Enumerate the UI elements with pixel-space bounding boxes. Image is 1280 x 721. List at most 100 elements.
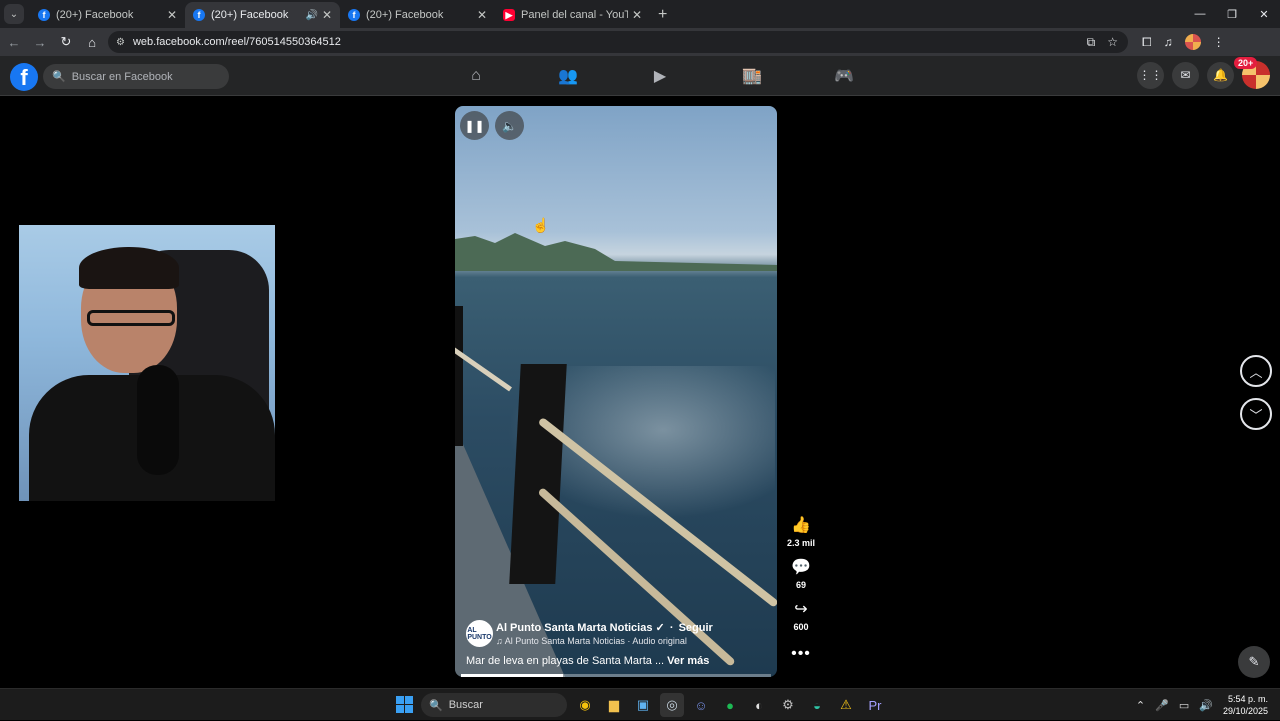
home-icon[interactable]: ⌂ (80, 30, 104, 54)
page-avatar[interactable]: AL PUNTO (466, 620, 493, 647)
minimize-icon[interactable]: — (1184, 0, 1216, 28)
railing-post (455, 306, 463, 446)
marketplace-nav-icon[interactable]: 🏬 (706, 56, 798, 96)
new-tab-button[interactable]: + (658, 6, 667, 24)
more-options-icon[interactable]: ••• (791, 645, 811, 663)
notifications-badge: 20+ (1234, 57, 1258, 69)
like-icon[interactable]: 👍 (791, 515, 811, 535)
tab-label: Panel del canal - YouTube Studio (521, 9, 628, 21)
more-action[interactable]: ••• (791, 641, 811, 663)
next-reel-button[interactable]: ﹀ (1240, 398, 1272, 430)
chrome-icon[interactable]: ◉ (573, 693, 597, 717)
tab-facebook-1[interactable]: f (20+) Facebook ✕ (30, 2, 185, 28)
system-tray: ⌃ 🎤 ▭ 🔊 5:54 p. m. 29/10/2025 (1136, 689, 1268, 721)
comment-icon[interactable]: 💬 (791, 557, 811, 577)
close-icon[interactable]: ✕ (477, 8, 487, 22)
store-icon[interactable]: ▣ (631, 693, 655, 717)
caption-text: Mar de leva en playas de Santa Marta ... (466, 655, 665, 667)
author-name[interactable]: Al Punto Santa Marta Noticias (496, 622, 652, 634)
close-icon[interactable]: ✕ (322, 8, 332, 22)
site-info-icon[interactable]: ⚙ (116, 37, 125, 48)
install-app-icon[interactable]: ⧉ (1087, 35, 1096, 50)
see-more-link[interactable]: Ver más (667, 655, 709, 667)
account-avatar[interactable]: 20+ (1234, 57, 1270, 89)
pause-icon[interactable]: ❚❚ (460, 111, 489, 140)
profile-icon[interactable] (1184, 34, 1201, 50)
obs-icon[interactable]: ◐ (747, 693, 771, 717)
close-icon[interactable]: ✕ (632, 8, 642, 22)
taskbar-apps: ◉ ▆ ▣ ◎ ☺ ● ◐ ⚙ ◒ ⚠ Pr (573, 693, 887, 717)
youtube-icon: ▶ (503, 9, 515, 21)
windows-start-icon[interactable] (396, 696, 413, 713)
menu-grid-icon[interactable]: ⋮⋮ (1137, 61, 1164, 89)
media-control-icon[interactable]: ♫ (1164, 35, 1173, 49)
tab-search-button[interactable]: ⌄ (4, 4, 24, 24)
browser-tab-bar: ⌄ f (20+) Facebook ✕ f (20+) Facebook 🔊 … (0, 0, 1280, 28)
back-icon[interactable]: ← (2, 30, 26, 54)
close-window-icon[interactable]: ✕ (1248, 0, 1280, 28)
follow-button[interactable]: Seguir (679, 622, 713, 634)
gaming-nav-icon[interactable]: 🎮 (798, 56, 890, 96)
home-nav-icon[interactable]: ⌂ (430, 56, 522, 96)
volume-tray-icon[interactable]: 🔊 (1199, 699, 1213, 712)
warning-icon[interactable]: ⚠ (834, 693, 858, 717)
share-icon[interactable]: ↪ (791, 599, 811, 619)
like-count: 2.3 mil (786, 538, 815, 548)
tab-label: (20+) Facebook (366, 9, 444, 21)
network-icon[interactable]: ▭ (1179, 699, 1189, 712)
window-controls: — ❐ ✕ (1184, 0, 1280, 28)
audio-label[interactable]: Al Punto Santa Marta Noticias · Audio or… (505, 636, 687, 646)
spotify-icon[interactable]: ● (718, 693, 742, 717)
reel-actions: 👍 2.3 mil 💬 69 ↪ 600 ••• (785, 515, 817, 672)
friends-nav-icon[interactable]: 👥 (522, 56, 614, 96)
reel-info: AL PUNTO Al Punto Santa Marta Noticias ✓… (466, 620, 766, 667)
comment-action[interactable]: 💬 69 (791, 557, 811, 590)
chevron-up-icon[interactable]: ⌃ (1136, 699, 1145, 712)
facebook-logo[interactable]: f (10, 63, 38, 91)
tab-facebook-2[interactable]: f (20+) Facebook 🔊 ✕ (185, 2, 340, 28)
previous-reel-button[interactable]: ︿ (1240, 355, 1272, 387)
search-icon: 🔍 (52, 71, 66, 83)
restore-icon[interactable]: ❐ (1216, 0, 1248, 28)
messenger-icon[interactable]: ✉ (1172, 61, 1199, 89)
bookmark-star-icon[interactable]: ☆ (1107, 35, 1118, 50)
comment-count: 69 (795, 580, 806, 590)
volume-icon[interactable]: 🔈 (495, 111, 524, 140)
tab-youtube-studio[interactable]: ▶ Panel del canal - YouTube Studio ✕ (495, 2, 650, 28)
logo-letter: f (20, 65, 28, 90)
share-action[interactable]: ↪ 600 (791, 599, 811, 632)
taskbar-search-placeholder: Buscar (448, 699, 483, 711)
taskbar-search-input[interactable]: 🔍 Buscar (421, 693, 567, 717)
steam-icon[interactable]: ◎ (660, 693, 684, 717)
share-count: 600 (793, 622, 809, 632)
verified-icon: ✓ (655, 622, 665, 634)
clock[interactable]: 5:54 p. m. 29/10/2025 (1223, 693, 1268, 717)
facebook-search-input[interactable]: 🔍 Buscar en Facebook (43, 64, 229, 89)
extensions-icon[interactable]: ⧠ (1142, 35, 1152, 50)
facebook-icon: f (38, 9, 50, 21)
edge-icon[interactable]: ◒ (805, 693, 829, 717)
like-action[interactable]: 👍 2.3 mil (787, 515, 815, 548)
separator-dot: · (669, 622, 674, 634)
microphone-icon[interactable]: 🎤 (1155, 699, 1169, 712)
facebook-icon: f (193, 9, 205, 21)
speaker-icon[interactable]: 🔊 (305, 10, 317, 21)
compose-message-icon[interactable]: ✎ (1238, 646, 1270, 678)
video-nav-icon[interactable]: ▶ (614, 56, 706, 96)
notifications-bell-icon[interactable]: 🔔 (1207, 61, 1234, 89)
close-icon[interactable]: ✕ (167, 8, 177, 22)
tab-facebook-3[interactable]: f (20+) Facebook ✕ (340, 2, 495, 28)
reload-icon[interactable]: ↻ (54, 30, 78, 54)
tab-label: (20+) Facebook (211, 9, 289, 21)
address-bar[interactable]: ⚙ web.facebook.com/reel/760514550364512 … (108, 31, 1128, 53)
premiere-icon[interactable]: Pr (863, 693, 887, 717)
microphone (137, 365, 179, 475)
file-explorer-icon[interactable]: ▆ (602, 693, 626, 717)
discord-icon[interactable]: ☺ (689, 693, 713, 717)
windows-taskbar: 🔍 Buscar ◉ ▆ ▣ ◎ ☺ ● ◐ ⚙ ◒ ⚠ Pr ⌃ 🎤 ▭ 🔊 … (0, 688, 1280, 720)
menu-icon[interactable]: ⋮ (1213, 35, 1225, 49)
video-progress-bar[interactable] (461, 674, 771, 677)
settings-icon[interactable]: ⚙ (776, 693, 800, 717)
forward-icon[interactable]: → (28, 30, 52, 54)
reel-video[interactable]: ❚❚ 🔈 (455, 106, 777, 677)
